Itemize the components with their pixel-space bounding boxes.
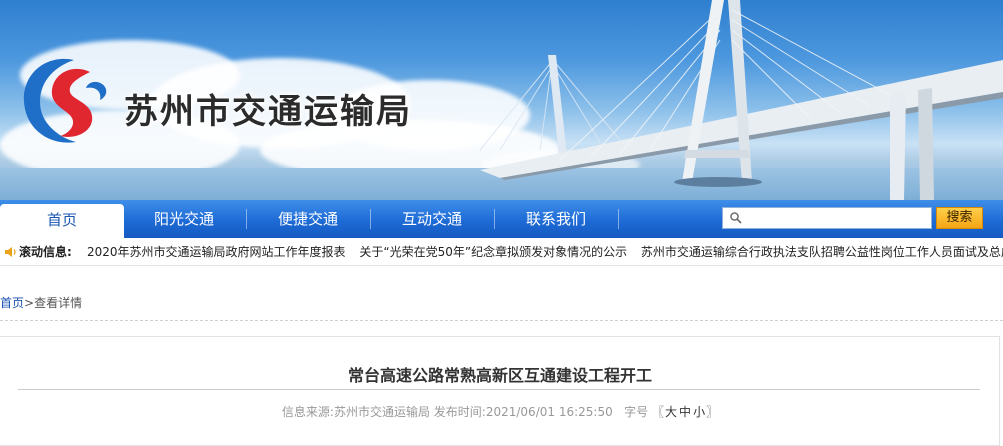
search-input[interactable] — [745, 208, 929, 228]
font-size-small-button[interactable]: 小 — [693, 405, 705, 419]
breadcrumb-current: 查看详情 — [34, 296, 83, 310]
source-label: 信息来源: — [281, 405, 334, 419]
nav-item-home[interactable]: 首页 — [0, 204, 124, 238]
scrolling-news-bar: 滚动信息: 2020年苏州市交通运输局政府网站工作年度报表 关于“光荣在党50年… — [0, 238, 1003, 266]
date-label: 发布时间: — [433, 405, 486, 419]
search-button[interactable]: 搜索 — [936, 207, 983, 229]
header-banner: 苏州市交通运输局 — [0, 0, 1003, 200]
search-box — [722, 207, 932, 229]
breadcrumb-separator: > — [24, 296, 35, 310]
article-title: 常台高速公路常熟高新区互通建设工程开工 — [347, 366, 652, 385]
date-value: 2021/06/01 16:25:50 — [485, 405, 613, 419]
nav-item-sunshine-transport[interactable]: 阳光交通 — [122, 200, 246, 238]
font-size-label: 字号 — [624, 405, 649, 419]
ticker-label: 滚动信息: — [19, 245, 72, 259]
bracket-open: 〖 — [652, 405, 665, 419]
site-title: 苏州市交通运输局 — [124, 92, 412, 132]
font-size-large-button[interactable]: 大 — [665, 405, 677, 419]
bracket-close: 〗 — [706, 405, 719, 419]
ticker-link[interactable]: 关于“光荣在党50年”纪念章拟颁发对象情况的公示 — [359, 238, 627, 265]
font-size-medium-button[interactable]: 中 — [679, 405, 691, 419]
title-divider — [18, 389, 980, 390]
nav-item-convenient-transport[interactable]: 便捷交通 — [246, 200, 370, 238]
ticker-link[interactable]: 苏州市交通运输综合行政执法支队招聘公益性岗位工作人员面试及总成绩公示 — [641, 238, 1003, 265]
suzhou-transport-logo — [23, 58, 107, 143]
speaker-icon — [5, 247, 16, 257]
article-container — [0, 336, 1000, 446]
nav-item-interactive-transport[interactable]: 互动交通 — [370, 200, 494, 238]
source-value: 苏州市交通运输局 — [333, 405, 430, 419]
breadcrumb: 首页>查看详情 — [0, 294, 82, 311]
magnifier-icon — [730, 212, 742, 224]
ticker-items: 2020年苏州市交通运输局政府网站工作年度报表 关于“光荣在党50年”纪念章拟颁… — [87, 238, 1003, 265]
nav-divider — [618, 209, 619, 229]
divider — [0, 320, 1003, 321]
nav-item-contact-us[interactable]: 联系我们 — [494, 200, 618, 238]
breadcrumb-home-link[interactable]: 首页 — [0, 296, 24, 310]
article-meta: 信息来源:苏州市交通运输局 发布时间:2021/06/01 16:25:50 字… — [0, 403, 1000, 420]
ticker-link[interactable]: 2020年苏州市交通运输局政府网站工作年度报表 — [87, 238, 346, 265]
